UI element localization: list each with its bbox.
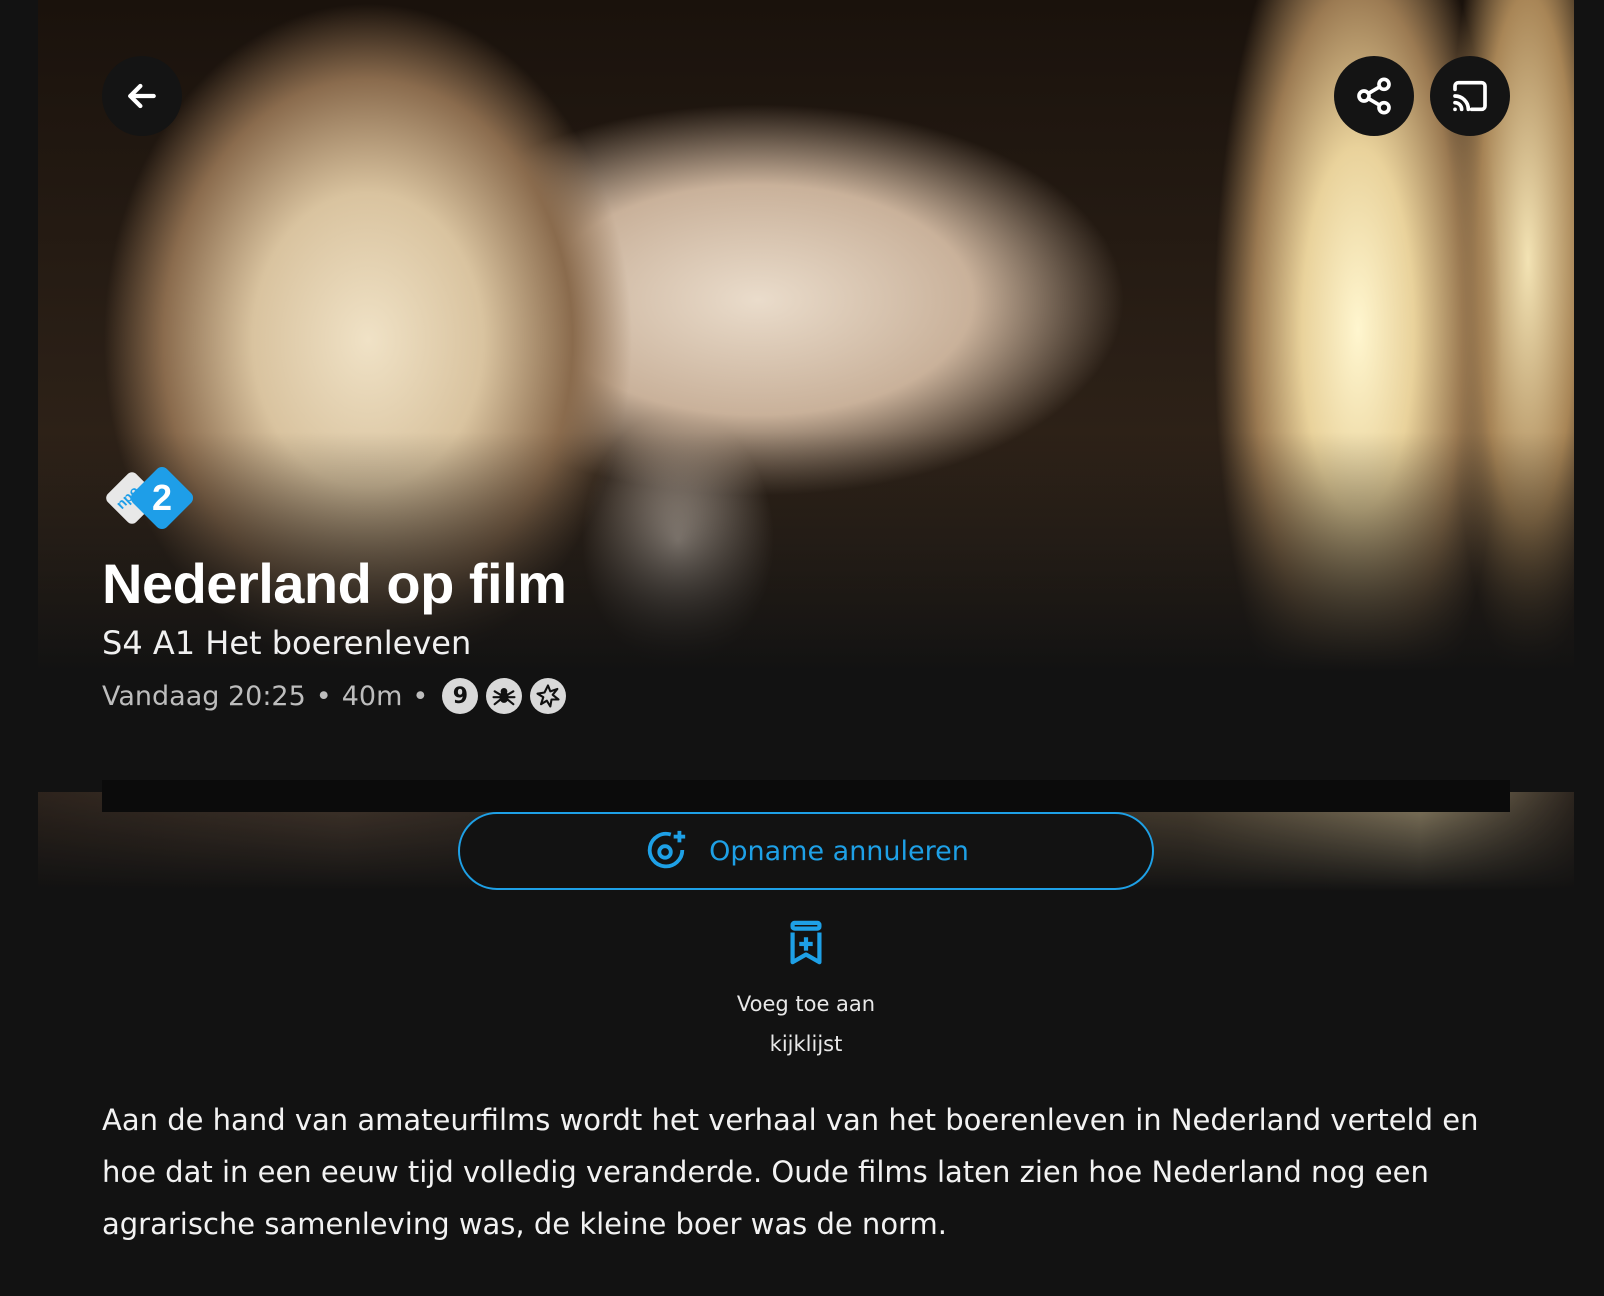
meta-separator: • <box>315 680 332 712</box>
add-to-watchlist-button[interactable]: Voeg toe aan kijklijst <box>706 920 906 1064</box>
violence-icon <box>530 678 567 714</box>
program-title: Nederland op film <box>102 552 567 615</box>
arrow-left-icon <box>128 83 156 109</box>
cast-icon <box>1453 80 1487 112</box>
record-cancel-icon <box>647 830 686 869</box>
content-ratings: 9 <box>442 678 567 714</box>
bookmark-add-icon <box>790 920 822 965</box>
fear-icon <box>486 678 523 714</box>
duration: 40m <box>341 680 403 712</box>
share-button[interactable] <box>1334 56 1414 136</box>
air-time: Vandaag 20:25 <box>102 680 306 712</box>
cancel-recording-label: Opname annuleren <box>709 835 969 867</box>
program-meta: Vandaag 20:25 • 40m • 9 <box>102 678 567 714</box>
cast-button[interactable] <box>1430 56 1510 136</box>
share-icon <box>1357 77 1391 115</box>
player-bar <box>102 780 1510 812</box>
meta-separator: • <box>412 680 429 712</box>
back-button[interactable] <box>102 56 182 136</box>
episode-title: S4 A1 Het boerenleven <box>102 624 472 662</box>
program-description: Aan de hand van amateurfilms wordt het v… <box>102 1103 1479 1241</box>
cancel-recording-button[interactable]: Opname annuleren <box>458 812 1154 890</box>
svg-text:2: 2 <box>152 477 172 518</box>
age-9-icon: 9 <box>442 678 479 714</box>
watchlist-label: Voeg toe aan kijklijst <box>736 992 876 1056</box>
npo-2-logo: 2 npo <box>106 466 194 530</box>
